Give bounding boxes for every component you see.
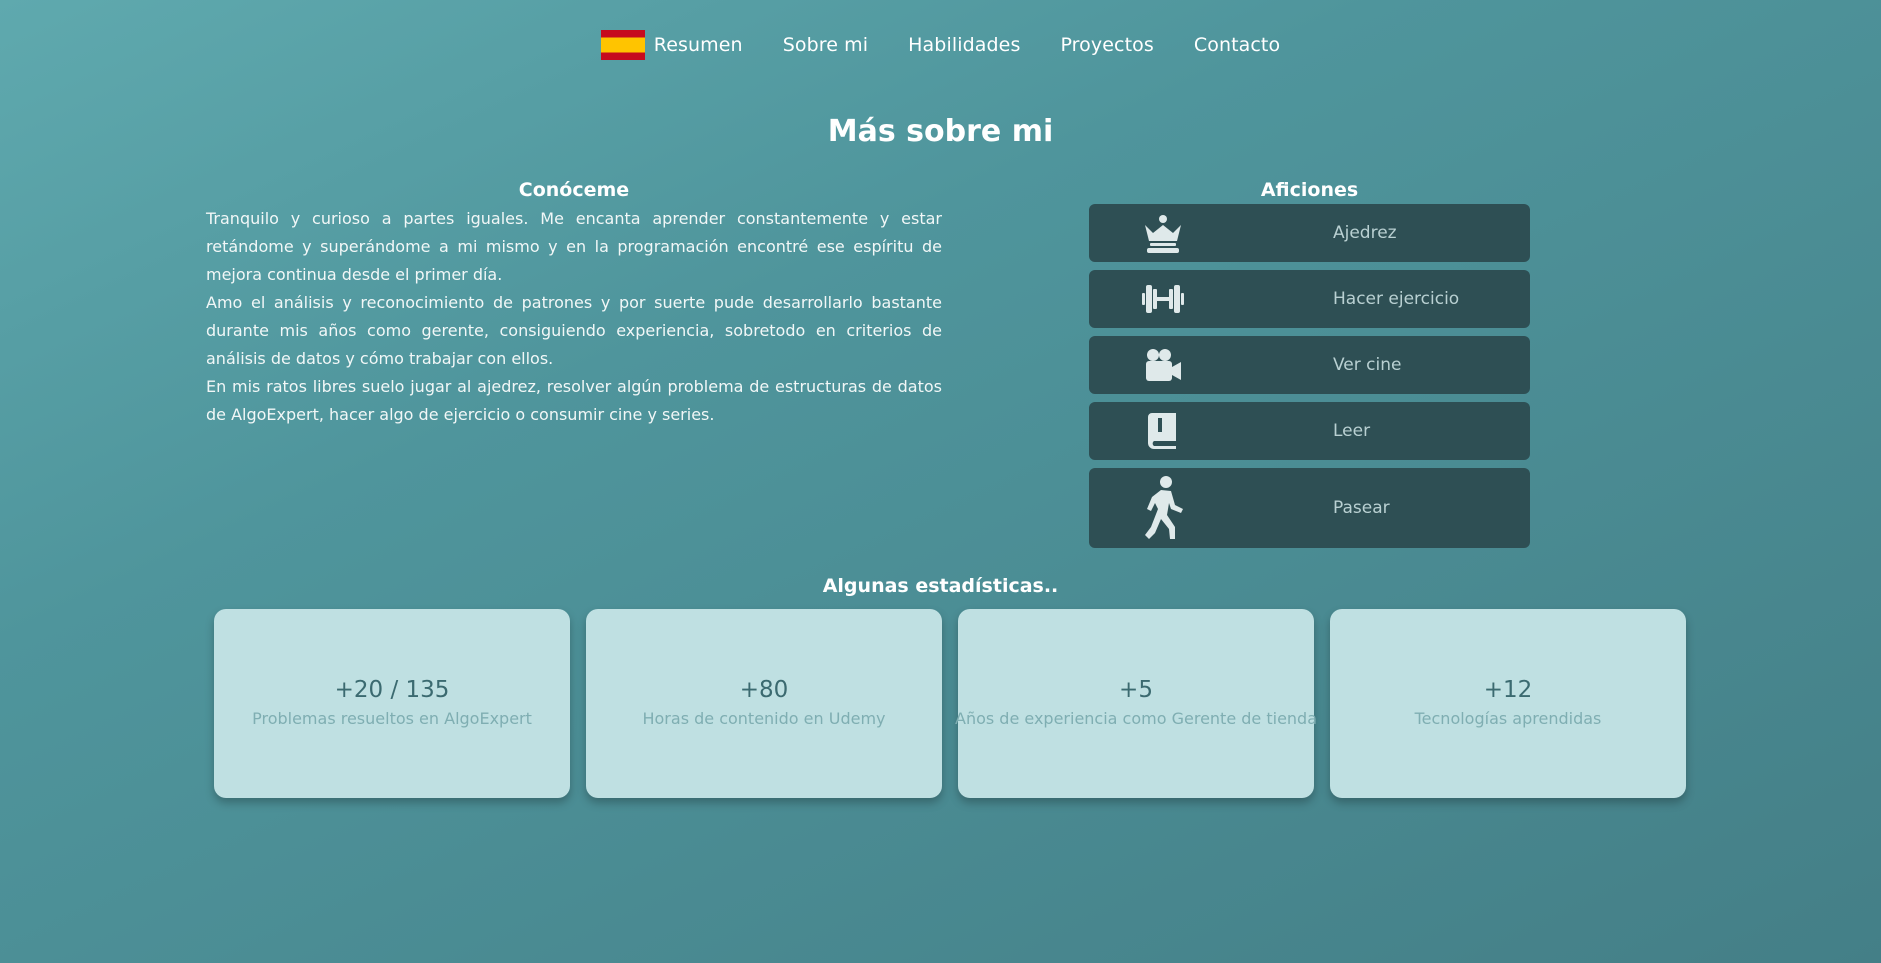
stats-section: +20 / 135 Problemas resueltos en AlgoExp… [214, 609, 1686, 798]
hobby-label: Leer [1333, 421, 1371, 441]
hobby-item-ejercicio[interactable]: Hacer ejercicio [1089, 270, 1530, 328]
hobby-label: Ajedrez [1333, 223, 1397, 243]
about-paragraph-2: Amo el análisis y reconocimiento de patr… [206, 293, 942, 368]
nav-link-habilidades[interactable]: Habilidades [908, 34, 1020, 56]
top-nav: Resumen Sobre mi Habilidades Proyectos C… [0, 30, 1881, 60]
nav-link-proyectos[interactable]: Proyectos [1060, 34, 1153, 56]
book-icon [1141, 413, 1185, 449]
about-paragraph-1: Tranquilo y curioso a partes iguales. Me… [206, 209, 942, 284]
nav-link-sobre-mi[interactable]: Sobre mi [783, 34, 868, 56]
stats-heading: Algunas estadísticas.. [822, 575, 1059, 597]
about-section: Conóceme Tranquilo y curioso a partes ig… [206, 179, 942, 429]
hobby-item-leer[interactable]: Leer [1089, 402, 1530, 460]
chess-queen-icon [1141, 213, 1185, 253]
walking-icon [1141, 475, 1185, 541]
nav-link-contacto[interactable]: Contacto [1194, 34, 1280, 56]
about-paragraph-3: En mis ratos libres suelo jugar al ajedr… [206, 377, 942, 424]
stat-value: +5 [1119, 677, 1153, 703]
video-camera-icon [1141, 348, 1185, 382]
about-heading: Conóceme [518, 179, 630, 201]
stat-value: +20 / 135 [334, 677, 450, 703]
nav-link-resumen[interactable]: Resumen [654, 34, 743, 56]
hobby-item-ajedrez[interactable]: Ajedrez [1089, 204, 1530, 262]
spain-flag-icon[interactable] [600, 30, 645, 60]
hobby-label: Hacer ejercicio [1333, 289, 1460, 309]
stat-label: Años de experiencia como Gerente de tien… [955, 709, 1318, 728]
hobby-item-pasear[interactable]: Pasear [1089, 468, 1530, 548]
hobby-label: Pasear [1333, 498, 1390, 518]
stat-label: Problemas resueltos en AlgoExpert [252, 709, 532, 728]
stat-label: Horas de contenido en Udemy [642, 709, 886, 728]
stat-card-algoexpert: +20 / 135 Problemas resueltos en AlgoExp… [214, 609, 570, 798]
hobby-item-cine[interactable]: Ver cine [1089, 336, 1530, 394]
stat-value: +12 [1483, 677, 1533, 703]
page-title: Más sobre mi [827, 114, 1054, 149]
stat-label: Tecnologías aprendidas [1414, 709, 1602, 728]
stat-card-experiencia: +5 Años de experiencia como Gerente de t… [955, 609, 1318, 798]
dumbbell-icon [1141, 282, 1185, 316]
hobbies-section: Aficiones Ajedrez Hacer ejercicio Ver ci… [1089, 179, 1530, 556]
hobbies-heading: Aficiones [1260, 179, 1359, 201]
stat-value: +80 [739, 677, 789, 703]
hobby-label: Ver cine [1333, 355, 1402, 375]
stat-card-udemy: +80 Horas de contenido en Udemy [586, 609, 942, 798]
stat-card-tecnologias: +12 Tecnologías aprendidas [1330, 609, 1686, 798]
